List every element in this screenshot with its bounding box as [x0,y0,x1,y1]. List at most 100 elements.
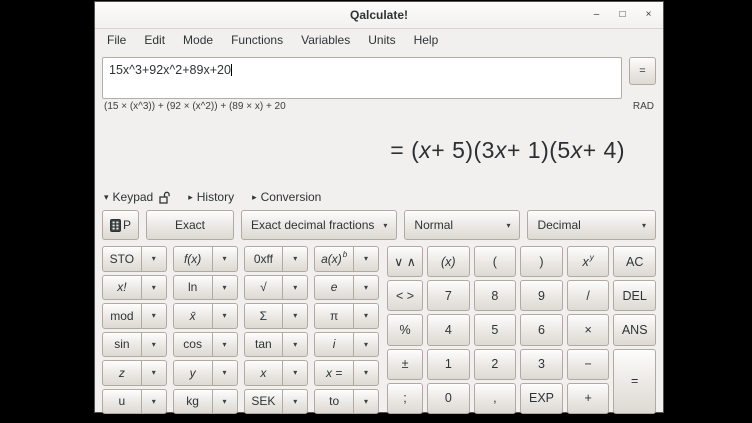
expression-input[interactable]: 15x^3+92x^2+89x+20 [102,57,622,99]
key-kg[interactable]: kg [173,389,213,415]
key-plus-minus[interactable]: ± [387,349,423,380]
key-currency[interactable]: SEK [244,389,284,415]
key-cos[interactable]: cos [173,332,213,358]
key-x[interactable]: x [244,360,284,386]
titlebar[interactable]: Qalculate! – □ × [95,2,663,29]
key-function-dropdown[interactable]: ▾ [212,246,238,272]
key-store-dropdown[interactable]: ▾ [141,246,167,272]
key-equation[interactable]: x = [314,360,354,386]
key-currency-dropdown[interactable]: ▾ [282,389,308,415]
key-cursor-leftright[interactable]: < > [387,280,423,311]
key-x-parens[interactable]: (x) [427,246,470,277]
key-z[interactable]: z [102,360,142,386]
menu-help[interactable]: Help [405,31,448,49]
tab-conversion[interactable]: ▸ Conversion [252,190,321,204]
key-power[interactable]: a(x)b [314,246,354,272]
key-mod[interactable]: mod [102,303,142,329]
key-6[interactable]: 6 [520,314,563,345]
key-open-paren[interactable]: ( [474,246,517,277]
key-8[interactable]: 8 [474,280,517,311]
key-sin[interactable]: sin [102,332,142,358]
menu-variables[interactable]: Variables [292,31,359,49]
key-e-dropdown[interactable]: ▾ [353,275,379,301]
key-3[interactable]: 3 [520,349,563,380]
close-button[interactable]: × [644,10,653,20]
key-plus[interactable]: + [567,383,610,414]
key-kg-dropdown[interactable]: ▾ [212,389,238,415]
key-sqrt[interactable]: √ [244,275,284,301]
key-mean-dropdown[interactable]: ▾ [212,303,238,329]
key-exp[interactable]: EXP [520,383,563,414]
key-imaginary[interactable]: i [314,332,354,358]
key-multiply[interactable]: × [567,314,610,345]
fraction-mode-select[interactable]: Exact decimal fractions ▾ [241,210,397,240]
key-sqrt-dropdown[interactable]: ▾ [282,275,308,301]
key-9[interactable]: 9 [520,280,563,311]
key-y-dropdown[interactable]: ▾ [212,360,238,386]
key-percent[interactable]: % [387,314,423,345]
key-minus[interactable]: − [567,349,610,380]
tab-history[interactable]: ▸ History [188,190,234,204]
key-del[interactable]: DEL [613,280,656,311]
key-ac[interactable]: AC [613,246,656,277]
key-2[interactable]: 2 [474,349,517,380]
exact-mode-button[interactable]: Exact [146,210,234,240]
key-hex[interactable]: 0xff [244,246,284,272]
chevron-down-icon: ▾ [364,397,368,406]
menu-mode[interactable]: Mode [174,31,222,49]
programming-keypad-button[interactable]: P [102,210,139,240]
key-power-dropdown[interactable]: ▾ [353,246,379,272]
key-1[interactable]: 1 [427,349,470,380]
key-7[interactable]: 7 [427,280,470,311]
minimize-button[interactable]: – [592,10,601,20]
key-ans[interactable]: ANS [613,314,656,345]
key-factorial[interactable]: x! [102,275,142,301]
key-5[interactable]: 5 [474,314,517,345]
key-store[interactable]: STO [102,246,142,272]
menu-edit[interactable]: Edit [135,31,174,49]
key-to-dropdown[interactable]: ▾ [353,389,379,415]
key-ln[interactable]: ln [173,275,213,301]
key-sum-dropdown[interactable]: ▾ [282,303,308,329]
key-pi[interactable]: π [314,303,354,329]
key-scroll-updown[interactable]: ∨ ∧ [387,246,423,277]
tab-keypad[interactable]: ▾ Keypad [104,190,170,204]
key-unit-dropdown[interactable]: ▾ [141,389,167,415]
key-z-dropdown[interactable]: ▾ [141,360,167,386]
calculate-button[interactable]: = [629,57,656,85]
key-to[interactable]: to [314,389,354,415]
key-cos-dropdown[interactable]: ▾ [212,332,238,358]
key-sum[interactable]: Σ [244,303,284,329]
key-hex-dropdown[interactable]: ▾ [282,246,308,272]
key-x-dropdown[interactable]: ▾ [282,360,308,386]
key-unit[interactable]: u [102,389,142,415]
key-factorial-dropdown[interactable]: ▾ [141,275,167,301]
key-equation-dropdown[interactable]: ▾ [353,360,379,386]
menu-file[interactable]: File [98,31,135,49]
key-separator[interactable]: ; [387,383,423,414]
key-imaginary-dropdown[interactable]: ▾ [353,332,379,358]
maximize-button[interactable]: □ [618,10,627,20]
key-pi-dropdown[interactable]: ▾ [353,303,379,329]
key-divide[interactable]: / [567,280,610,311]
menu-units[interactable]: Units [359,31,404,49]
menu-functions[interactable]: Functions [222,31,292,49]
key-4[interactable]: 4 [427,314,470,345]
display-mode-select[interactable]: Normal ▾ [404,210,520,240]
key-y[interactable]: y [173,360,213,386]
key-equals[interactable]: = [613,349,656,414]
key-tan-dropdown[interactable]: ▾ [282,332,308,358]
key-tan[interactable]: tan [244,332,284,358]
key-mod-dropdown[interactable]: ▾ [141,303,167,329]
key-0[interactable]: 0 [427,383,470,414]
key-ln-dropdown[interactable]: ▾ [212,275,238,301]
lock-icon[interactable] [159,191,170,204]
key-mean[interactable]: x̄ [173,303,213,329]
key-close-paren[interactable]: ) [520,246,563,277]
key-decimal[interactable]: , [474,383,517,414]
number-base-select[interactable]: Decimal ▾ [527,210,656,240]
key-raise-power[interactable]: xy [567,246,610,277]
key-function[interactable]: f(x) [173,246,213,272]
key-sin-dropdown[interactable]: ▾ [141,332,167,358]
key-e[interactable]: e [314,275,354,301]
